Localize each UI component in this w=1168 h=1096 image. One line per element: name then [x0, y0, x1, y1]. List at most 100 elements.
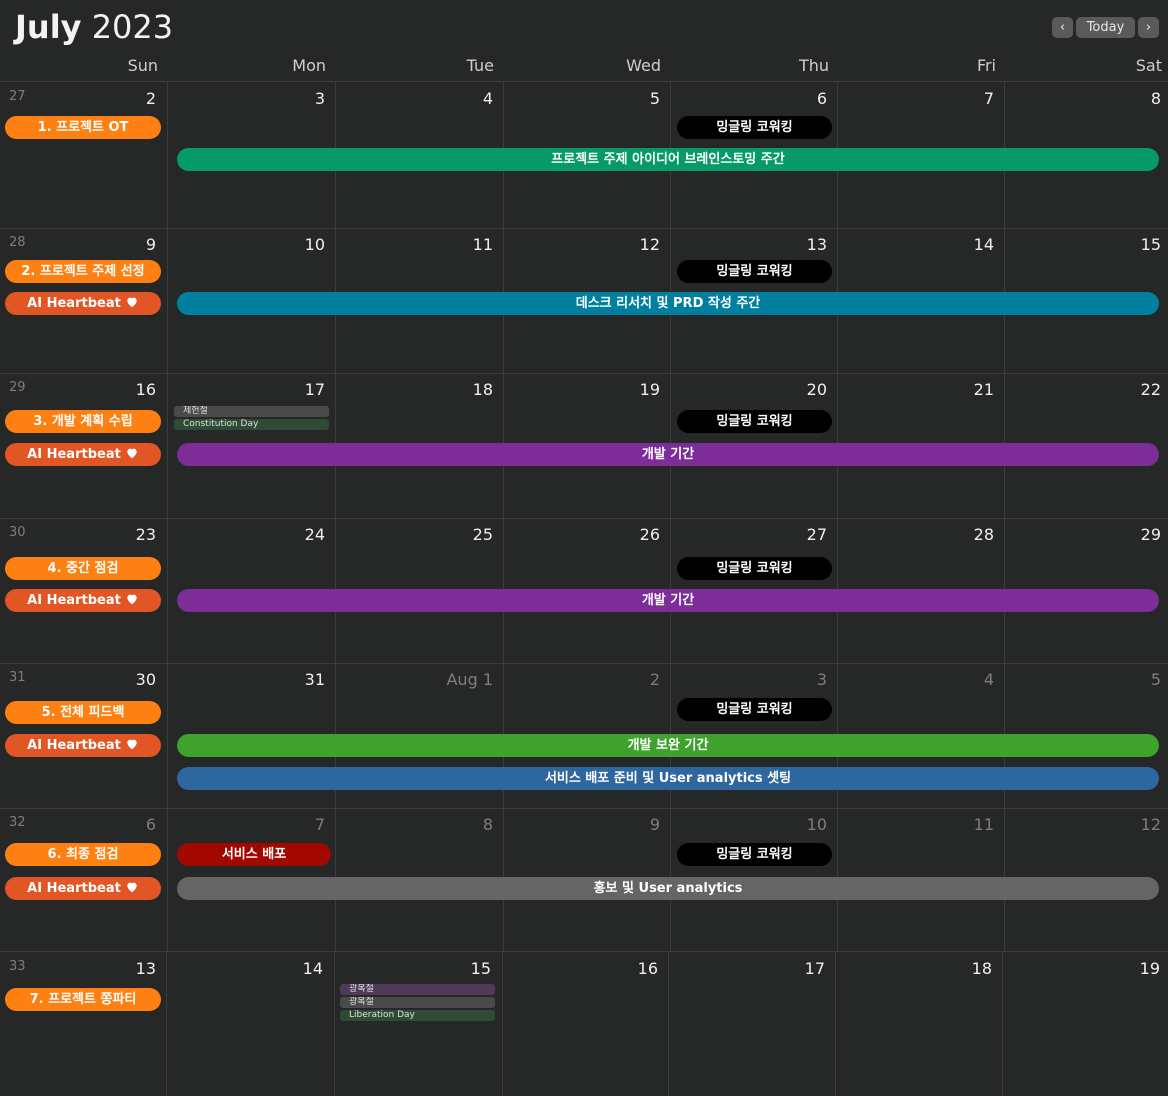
day-number[interactable]: 13 [760, 235, 827, 254]
day-number[interactable]: 11 [930, 815, 994, 834]
day-number[interactable]: 7 [250, 815, 325, 834]
day-number[interactable]: 17 [250, 380, 325, 399]
day-number[interactable]: 2 [100, 89, 156, 108]
chevron-left-icon: ‹ [1059, 20, 1066, 35]
day-number[interactable]: 6 [760, 89, 827, 108]
week-row: 33 13 14 15 16 17 18 19 7. 프로젝트 쫑파티 광복절 … [0, 952, 1168, 1096]
day-number[interactable]: 18 [420, 380, 493, 399]
week-number: 31 [9, 670, 26, 685]
day-number[interactable]: 8 [420, 815, 493, 834]
event-pill[interactable]: 7. 프로젝트 쫑파티 [5, 988, 161, 1011]
week-number: 29 [9, 380, 26, 395]
event-span[interactable]: 프로젝트 주제 아이디어 브레인스토밍 주간 [177, 148, 1159, 171]
heartbeat-event[interactable]: AI Heartbeat [5, 292, 161, 315]
event-span[interactable]: 서비스 배포 준비 및 User analytics 셋팅 [177, 767, 1159, 790]
day-number[interactable]: 6 [100, 815, 156, 834]
month-title: July 2023 [15, 8, 173, 46]
holiday-label[interactable]: 광복절 [340, 984, 495, 995]
day-number[interactable]: 16 [590, 959, 658, 978]
day-number[interactable]: 9 [590, 815, 660, 834]
day-number[interactable]: 15 [1100, 235, 1161, 254]
day-number[interactable]: 17 [760, 959, 825, 978]
day-number[interactable]: 4 [930, 670, 994, 689]
day-number[interactable]: 29 [1100, 525, 1161, 544]
day-number[interactable]: 16 [100, 380, 156, 399]
event-pill[interactable]: 4. 중간 점검 [5, 557, 161, 580]
event-pill[interactable]: 서비스 배포 [177, 843, 331, 866]
weekday-tue: Tue [466, 56, 494, 75]
heartbeat-event[interactable]: AI Heartbeat [5, 877, 161, 900]
weekday-sat: Sat [1135, 56, 1162, 75]
event-pill[interactable]: 밍글링 코워킹 [677, 260, 832, 283]
day-number[interactable]: 20 [760, 380, 827, 399]
event-pill[interactable]: 밍글링 코워킹 [677, 410, 832, 433]
day-number[interactable]: 27 [760, 525, 827, 544]
day-number[interactable]: 15 [420, 959, 491, 978]
day-number[interactable]: 24 [250, 525, 325, 544]
day-number[interactable]: 26 [590, 525, 660, 544]
heart-icon [127, 739, 137, 750]
event-span[interactable]: 홍보 및 User analytics [177, 877, 1159, 900]
day-number[interactable]: 23 [100, 525, 156, 544]
weekday-fri: Fri [976, 56, 996, 75]
prev-month-button[interactable]: ‹ [1052, 17, 1073, 38]
day-number[interactable]: 7 [930, 89, 994, 108]
day-number[interactable]: 19 [1100, 959, 1160, 978]
holiday-label[interactable]: Constitution Day [174, 419, 329, 430]
event-span[interactable]: 개발 보완 기간 [177, 734, 1159, 757]
day-number[interactable]: Aug 1 [420, 670, 493, 689]
day-number[interactable]: 12 [1100, 815, 1161, 834]
event-span[interactable]: 개발 기간 [177, 589, 1159, 612]
holiday-label[interactable]: Liberation Day [340, 1010, 495, 1021]
day-number[interactable]: 28 [930, 525, 994, 544]
day-number[interactable]: 3 [760, 670, 827, 689]
next-month-button[interactable]: › [1138, 17, 1159, 38]
today-button[interactable]: Today [1076, 17, 1135, 38]
day-number[interactable]: 22 [1100, 380, 1161, 399]
day-number[interactable]: 13 [100, 959, 156, 978]
heartbeat-event[interactable]: AI Heartbeat [5, 589, 161, 612]
holiday-label[interactable]: 광복절 [340, 997, 495, 1008]
heartbeat-event[interactable]: AI Heartbeat [5, 443, 161, 466]
day-number[interactable]: 10 [250, 235, 325, 254]
day-number[interactable]: 19 [590, 380, 660, 399]
day-number[interactable]: 18 [930, 959, 992, 978]
day-number[interactable]: 11 [420, 235, 493, 254]
heartbeat-label: AI Heartbeat [27, 593, 121, 608]
event-span[interactable]: 데스크 리서치 및 PRD 작성 주간 [177, 292, 1159, 315]
day-number[interactable]: 2 [590, 670, 660, 689]
event-pill[interactable]: 밍글링 코워킹 [677, 557, 832, 580]
day-number[interactable]: 3 [250, 89, 325, 108]
event-span[interactable]: 개발 기간 [177, 443, 1159, 466]
event-pill[interactable]: 2. 프로젝트 주제 선정 [5, 260, 161, 283]
day-number[interactable]: 4 [420, 89, 493, 108]
day-number[interactable]: 14 [250, 959, 323, 978]
week-row: 31 30 31 Aug 1 2 3 4 5 5. 전체 피드백 AI Hear… [0, 664, 1168, 809]
event-pill[interactable]: 1. 프로젝트 OT [5, 116, 161, 139]
heart-icon [127, 448, 137, 459]
event-pill[interactable]: 5. 전체 피드백 [5, 701, 161, 724]
day-number[interactable]: 9 [100, 235, 156, 254]
holiday-label[interactable]: 제헌절 [174, 406, 329, 417]
day-number[interactable]: 31 [250, 670, 325, 689]
weekday-thu: Thu [798, 56, 829, 75]
event-pill[interactable]: 3. 개발 계획 수립 [5, 410, 161, 433]
event-pill[interactable]: 밍글링 코워킹 [677, 843, 832, 866]
event-pill[interactable]: 밍글링 코워킹 [677, 116, 832, 139]
heartbeat-event[interactable]: AI Heartbeat [5, 734, 161, 757]
weekday-wed: Wed [626, 56, 661, 75]
week-number: 30 [9, 525, 26, 540]
day-number[interactable]: 8 [1100, 89, 1161, 108]
day-number[interactable]: 21 [930, 380, 994, 399]
event-pill[interactable]: 밍글링 코워킹 [677, 698, 832, 721]
day-number[interactable]: 5 [1100, 670, 1161, 689]
day-number[interactable]: 25 [420, 525, 493, 544]
day-number[interactable]: 30 [100, 670, 156, 689]
day-number[interactable]: 10 [760, 815, 827, 834]
day-number[interactable]: 12 [590, 235, 660, 254]
day-number[interactable]: 14 [930, 235, 994, 254]
day-number[interactable]: 5 [590, 89, 660, 108]
event-pill[interactable]: 6. 최종 점검 [5, 843, 161, 866]
chevron-right-icon: › [1145, 20, 1152, 35]
week-number: 28 [9, 235, 26, 250]
